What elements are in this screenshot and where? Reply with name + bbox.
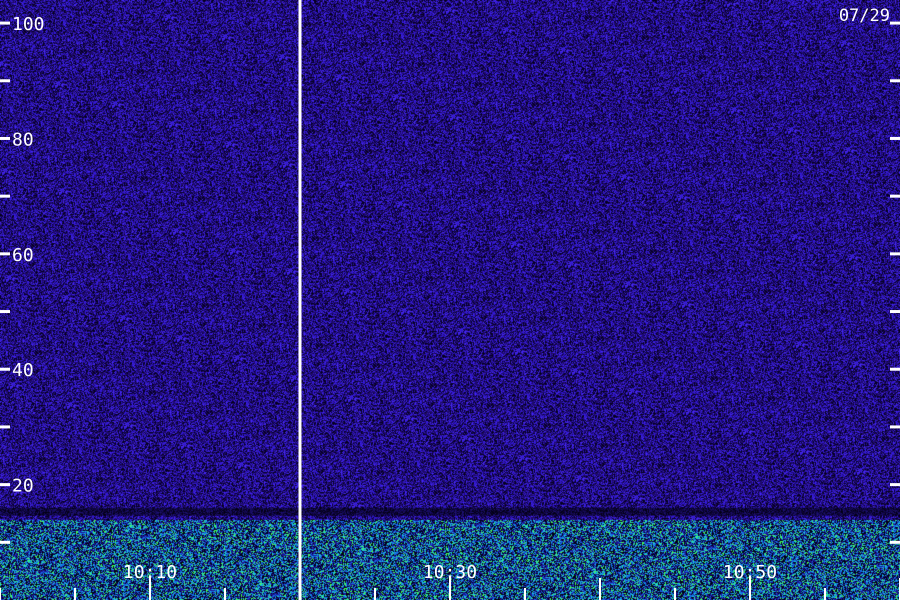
y-tick-label: 80: [12, 129, 34, 150]
x-tick-label: 10:50: [723, 562, 777, 583]
x-tick-label: 10:30: [423, 562, 477, 583]
y-tick-label: 60: [12, 245, 34, 266]
y-tick-label: 100: [12, 14, 45, 35]
x-tick-label: 10:10: [123, 562, 177, 583]
spectrogram-panel: 20 40 60 80 100 10:10 10:30 10:50 07/29: [0, 0, 900, 600]
axes-overlay: 20 40 60 80 100 10:10 10:30 10:50: [0, 0, 900, 600]
y-tick-label: 40: [12, 360, 34, 381]
date-label: 07/29: [838, 6, 890, 26]
y-tick-label: 20: [12, 476, 34, 497]
